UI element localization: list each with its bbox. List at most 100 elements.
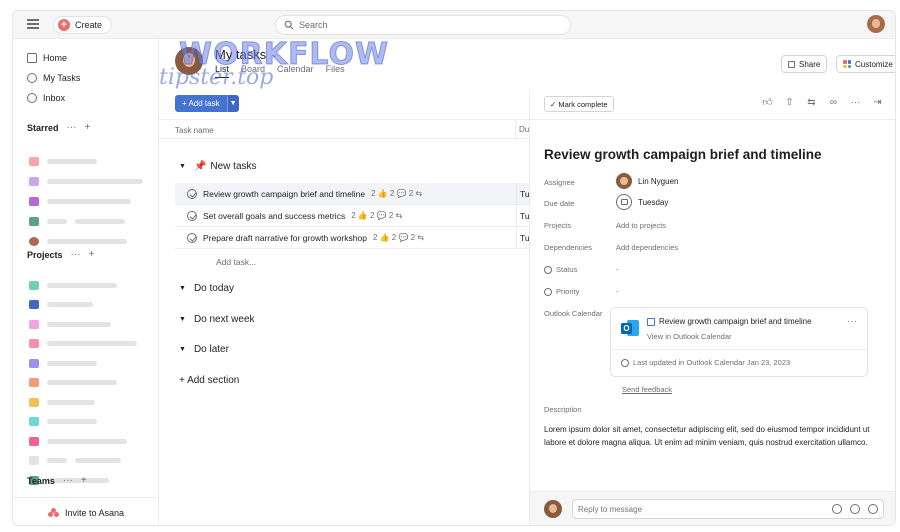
share-label: Share xyxy=(799,59,821,69)
sidebar-item-inbox[interactable]: Inbox xyxy=(27,91,65,105)
emoji-icon[interactable] xyxy=(850,504,860,514)
column-task-name[interactable]: Task name xyxy=(175,126,214,135)
sidebar-item-project[interactable] xyxy=(29,397,95,407)
sidebar-item-project[interactable] xyxy=(29,456,121,466)
bell-icon xyxy=(27,93,37,103)
complete-checkbox[interactable] xyxy=(187,188,197,199)
subtask-icon[interactable]: ⇆ xyxy=(806,97,817,109)
task-name[interactable]: Set overall goals and success metrics xyxy=(203,211,345,221)
add-icon[interactable]: + xyxy=(81,475,87,486)
attachment-icon[interactable]: ⇧ xyxy=(784,97,795,109)
close-pane-icon[interactable]: ⇥ xyxy=(872,97,883,109)
sidebar-item-starred[interactable] xyxy=(29,176,143,186)
search-input[interactable]: Search xyxy=(275,15,571,35)
add-section-button[interactable]: + Add section xyxy=(179,375,239,386)
star-icon[interactable] xyxy=(868,504,878,514)
section-new-tasks[interactable]: ▼ 📌 New tasks xyxy=(179,161,257,172)
sidebar-item-starred[interactable] xyxy=(29,156,97,166)
watermark-text: tipster.top xyxy=(159,65,274,90)
share-button[interactable]: Share xyxy=(781,55,828,73)
outlook-card[interactable]: O Review growth campaign brief and timel… xyxy=(610,307,868,377)
more-icon[interactable]: ··· xyxy=(67,122,77,133)
sidebar-item-project[interactable] xyxy=(29,280,117,290)
sidebar-item-project[interactable] xyxy=(29,300,93,310)
customize-button[interactable]: Customize xyxy=(836,55,895,73)
caret-down-icon[interactable]: ▼ xyxy=(179,346,186,353)
sidebar-item-project[interactable] xyxy=(29,417,97,427)
priority-label: Priority xyxy=(544,287,579,296)
create-button[interactable]: + Create xyxy=(53,16,113,34)
dependencies-value[interactable]: Add dependencies xyxy=(616,243,678,252)
projects-header[interactable]: Projects ··· + xyxy=(27,249,94,260)
sidebar-item-project[interactable] xyxy=(29,358,97,368)
section-do-later[interactable]: ▼ Do later xyxy=(179,344,229,355)
assignee-value[interactable]: Lin Nyguen xyxy=(616,173,678,189)
sidebar-item-home[interactable]: Home xyxy=(27,51,67,65)
description-label: Description xyxy=(544,405,582,414)
more-icon[interactable]: ··· xyxy=(71,249,81,260)
task-due[interactable]: Tu xyxy=(516,183,530,205)
more-icon[interactable]: ··· xyxy=(847,316,857,327)
menu-icon[interactable] xyxy=(27,19,39,29)
task-title[interactable]: Review growth campaign brief and timelin… xyxy=(544,147,822,162)
priority-value[interactable]: - xyxy=(616,287,619,296)
section-label: Teams xyxy=(27,475,55,486)
more-icon[interactable]: ··· xyxy=(63,475,73,486)
task-row[interactable]: Prepare draft narrative for growth works… xyxy=(175,227,530,249)
mark-complete-button[interactable]: ✓ Mark complete xyxy=(544,96,614,112)
mention-icon[interactable] xyxy=(832,504,842,514)
check-circle-icon xyxy=(27,73,37,83)
task-due[interactable]: Tu xyxy=(516,227,530,249)
caret-down-icon[interactable]: ▼ xyxy=(179,163,186,170)
sidebar-item-project[interactable] xyxy=(29,339,137,349)
folder-icon xyxy=(29,216,39,226)
like-icon[interactable]: 👍︎ xyxy=(762,97,773,109)
placeholder-bar xyxy=(47,282,117,288)
section-title: Do next week xyxy=(193,314,255,325)
outlook-event-title[interactable]: Review growth campaign brief and timelin… xyxy=(647,317,812,326)
due-date-value[interactable]: Tuesday xyxy=(616,194,668,210)
caret-down-icon[interactable]: ▼ xyxy=(179,316,186,323)
search-placeholder: Search xyxy=(299,20,328,30)
projects-value[interactable]: Add to projects xyxy=(616,221,666,230)
projects-label: Projects xyxy=(544,221,572,230)
caret-down-icon[interactable]: ▼ xyxy=(179,285,186,292)
sidebar-item-project[interactable] xyxy=(29,436,127,446)
status-value[interactable]: - xyxy=(616,265,619,274)
teams-header[interactable]: Teams ··· + xyxy=(27,475,87,486)
project-color-icon xyxy=(29,319,39,329)
section-title: Do today xyxy=(193,283,234,294)
task-name[interactable]: Review growth campaign brief and timelin… xyxy=(203,189,365,199)
chevron-down-icon[interactable]: ▼ xyxy=(226,95,239,112)
add-icon[interactable]: + xyxy=(85,122,91,133)
send-feedback-link[interactable]: Send feedback xyxy=(622,385,672,394)
add-task-link[interactable]: Add task... xyxy=(216,257,256,267)
view-in-outlook-link[interactable]: View in Outlook Calendar xyxy=(647,332,732,341)
task-row[interactable]: Set overall goals and success metrics 2 … xyxy=(175,205,530,227)
project-color-icon xyxy=(29,280,39,290)
sidebar-item-project[interactable] xyxy=(29,378,117,388)
starred-header[interactable]: Starred ··· + xyxy=(27,122,90,133)
complete-checkbox[interactable] xyxy=(187,210,197,221)
add-task-label[interactable]: + Add task xyxy=(175,95,227,112)
sidebar-item-my-tasks[interactable]: My Tasks xyxy=(27,71,80,85)
sidebar-item-starred[interactable] xyxy=(29,196,131,206)
section-do-next-week[interactable]: ▼ Do next week xyxy=(179,314,255,325)
section-do-today[interactable]: ▼ Do today xyxy=(179,283,234,294)
add-icon[interactable]: + xyxy=(89,249,95,260)
description-text[interactable]: Lorem ipsum dolor sit amet, consectetur … xyxy=(544,423,884,449)
complete-checkbox[interactable] xyxy=(187,232,197,243)
sidebar-item-project[interactable] xyxy=(29,319,111,329)
task-name[interactable]: Prepare draft narrative for growth works… xyxy=(203,233,367,243)
user-avatar[interactable] xyxy=(867,15,885,33)
more-icon[interactable]: ··· xyxy=(850,97,861,109)
invite-button[interactable]: Invite to Asana xyxy=(13,497,159,525)
task-row[interactable]: Review growth campaign brief and timelin… xyxy=(175,183,530,205)
add-task-button[interactable]: + Add task ▼ xyxy=(175,95,239,112)
column-due-date[interactable]: Du xyxy=(515,120,529,140)
sidebar-item-starred[interactable] xyxy=(29,216,125,226)
customize-label: Customize xyxy=(855,59,893,69)
task-due[interactable]: Tu xyxy=(516,205,530,227)
sidebar-item-starred[interactable] xyxy=(29,236,127,246)
link-icon[interactable]: ∞ xyxy=(828,97,839,109)
